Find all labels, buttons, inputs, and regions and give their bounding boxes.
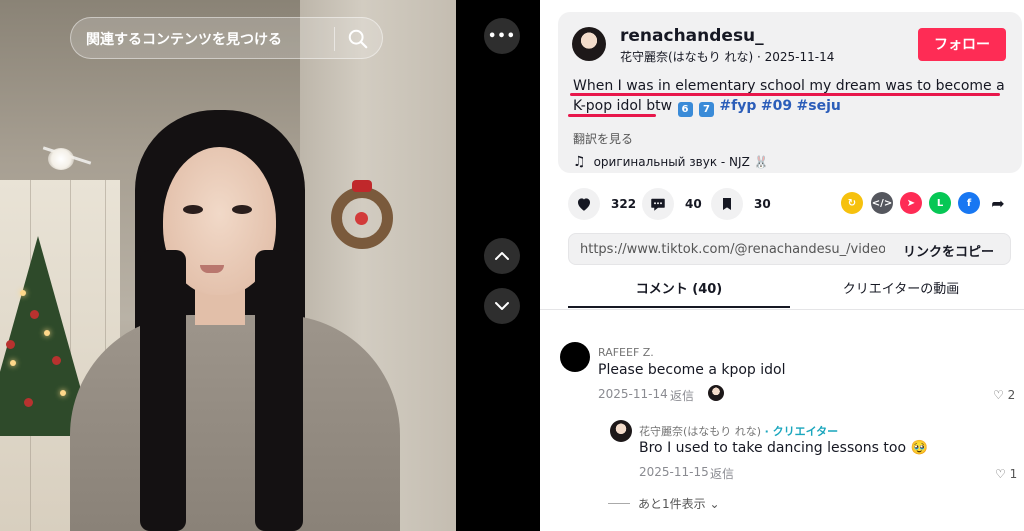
comment-like-button[interactable]: ♡ 2 [993,388,1015,402]
tree-ornament [52,356,61,365]
comment-icon [651,198,665,211]
annotation-underline [570,93,1000,96]
person-hair-front [140,250,186,531]
comment-count: 40 [685,197,702,211]
tab-divider [540,309,1024,310]
video-caption: When I was in elementary school my dream… [573,76,1013,117]
hashtag-link[interactable]: #09 [761,98,792,114]
chevron-down-icon [495,302,509,310]
comment-action[interactable]: 40 [642,188,702,220]
follow-button[interactable]: フォロー [918,28,1006,61]
line-icon[interactable]: L [929,192,951,214]
creator-liked-avatar [708,385,724,401]
author-display-name: 花守麗奈(はなもり れな) · 2025-11-14 [620,50,835,64]
comment-username[interactable]: RAFEEF Z. [598,346,654,359]
comment-date: 2025-11-14 [598,387,668,401]
tree-ornament [30,310,39,319]
tree-light [60,390,66,396]
wreath-ornament [355,212,368,225]
reply-like-count: 1 [1009,467,1018,481]
more-replies-label: あと1件表示 ⌄ [638,497,720,511]
chevron-up-icon [495,252,509,260]
tree-ornament [6,340,15,349]
heart-outline-icon: ♡ [993,388,1008,402]
video-url[interactable]: https://www.tiktok.com/@renachandesu_/vi… [580,242,885,257]
save-action[interactable]: 30 [711,188,771,220]
reply-reply-button[interactable]: 返信 [710,465,734,482]
ceiling-light [48,148,74,170]
tab-comments[interactable]: コメント (40) [568,272,790,308]
repost-icon[interactable]: ↻ [841,192,863,214]
reply-username-row: 花守麗奈(はなもり れな) · クリエイター [639,423,838,439]
description-card: renachandesu_ 花守麗奈(はなもり れな) · 2025-11-14… [558,12,1022,173]
person-body [70,315,400,531]
search-bar[interactable]: 関連するコンテンツを見つける [70,17,383,59]
send-icon[interactable]: ➤ [900,192,922,214]
search-icon[interactable] [347,28,369,50]
video-frame[interactable] [0,0,456,531]
comment-reply-button[interactable]: 返信 [670,387,694,404]
more-replies-button[interactable]: あと1件表示 ⌄ [608,495,720,512]
person-eye [183,205,203,214]
tab-creator-videos[interactable]: クリエイターの動画 [790,272,1012,308]
reply-date: 2025-11-15 [639,465,709,479]
commenter-avatar[interactable] [560,342,590,372]
reply-text: Bro I used to take dancing lessons too 🥹 [639,440,928,456]
video-player[interactable]: 関連するコンテンツを見つける ••• [0,0,540,531]
next-video-button[interactable] [484,288,520,324]
keycap-six-icon: 6 [677,102,693,117]
person-hair-front [255,250,303,531]
reply-username[interactable]: 花守麗奈(はなもり れな) [639,425,761,438]
comment-text: Please become a kpop idol [598,362,786,378]
music-label: оригинальный звук - NJZ 🐰 [593,155,769,169]
tree-light [44,330,50,336]
author-avatar[interactable] [572,27,606,61]
reply-avatar[interactable] [610,420,632,442]
more-options-button[interactable]: ••• [484,18,520,54]
more-replies-dash [608,503,630,504]
music-link[interactable]: ♫ оригинальный звук - NJZ 🐰 [573,154,769,170]
author-username[interactable]: renachandesu_ [620,26,764,46]
hashtag-link[interactable]: #fyp [719,98,756,114]
translate-link[interactable]: 翻訳を見る [573,130,633,147]
keycap-seven-icon: 7 [698,102,714,117]
facebook-icon[interactable]: f [958,192,980,214]
tree-light [20,290,26,296]
reply-like-button[interactable]: ♡ 1 [995,467,1017,481]
previous-video-button[interactable] [484,238,520,274]
person-eye [232,205,252,214]
comment-like-count: 2 [1007,388,1016,402]
like-button[interactable] [568,188,600,220]
wreath-bow [352,180,372,192]
tree-ornament [24,398,33,407]
copy-link-button[interactable]: リンクをコピー [903,241,994,260]
heart-icon [578,198,590,211]
share-arrow-icon[interactable]: ➦ [987,192,1009,214]
hashtag-link[interactable]: #seju [797,98,841,114]
save-count: 30 [754,197,771,211]
tree-light [10,360,16,366]
comment-button[interactable] [642,188,674,220]
like-count: 322 [611,197,637,211]
heart-outline-icon: ♡ [995,467,1010,481]
video-detail-panel: renachandesu_ 花守麗奈(はなもり れな) · 2025-11-14… [540,0,1024,531]
more-icon: ••• [488,28,516,44]
save-button[interactable] [711,188,743,220]
like-action[interactable]: 322 [568,188,636,220]
bookmark-icon [723,198,731,210]
music-note-icon: ♫ [573,154,586,170]
creator-badge: · クリエイター [764,425,839,438]
annotation-underline [568,114,656,117]
video-link-row: https://www.tiktok.com/@renachandesu_/vi… [568,233,1011,265]
search-divider [334,27,335,51]
search-placeholder[interactable]: 関連するコンテンツを見つける [86,29,282,49]
embed-icon[interactable]: </> [871,192,893,214]
